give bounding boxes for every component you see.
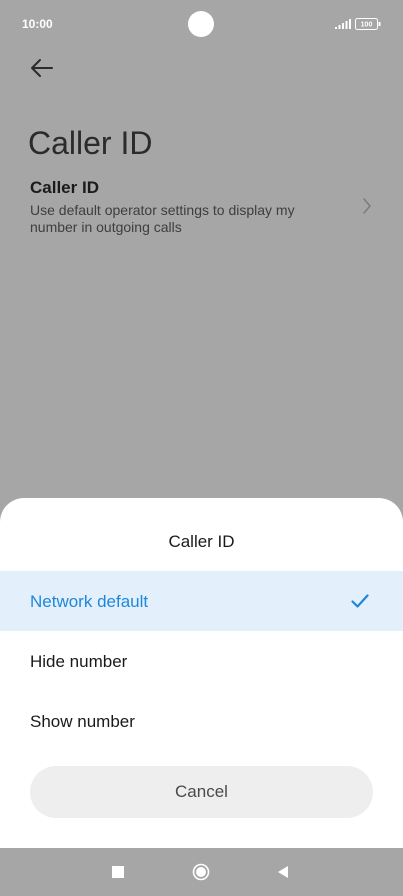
recents-square-icon[interactable] [112,866,124,878]
option-hide-number[interactable]: Hide number [0,631,403,691]
battery-icon: 100 [355,18,381,30]
option-label: Show number [30,712,135,731]
status-bar: 10:00 100 [0,0,403,48]
arrow-left-icon [31,59,53,77]
cancel-button[interactable]: Cancel [30,766,373,818]
caller-id-bottom-sheet: Caller ID Network default Hide number Sh… [0,498,403,848]
chevron-right-icon [363,198,371,214]
page-title: Caller ID [28,125,153,162]
option-network-default[interactable]: Network default [0,571,403,631]
check-icon [351,594,369,608]
back-triangle-icon[interactable] [277,865,289,879]
back-button[interactable] [28,56,56,80]
navigation-bar [0,848,403,896]
camera-cutout [188,11,214,37]
setting-summary: Use default operator settings to display… [30,202,295,235]
option-label: Network default [30,592,149,611]
caller-id-setting-row[interactable]: Caller ID Use default operator settings … [0,170,403,250]
option-label: Hide number [30,652,128,671]
battery-level: 100 [361,22,373,29]
status-time: 10:00 [22,17,53,31]
setting-title: Caller ID [30,178,99,197]
signal-icon [335,19,351,29]
home-circle-icon[interactable] [192,863,210,881]
sheet-title: Caller ID [168,532,235,551]
option-show-number[interactable]: Show number [0,691,403,751]
screen: 10:00 100 Caller ID Caller ID Use defaul… [0,0,403,896]
